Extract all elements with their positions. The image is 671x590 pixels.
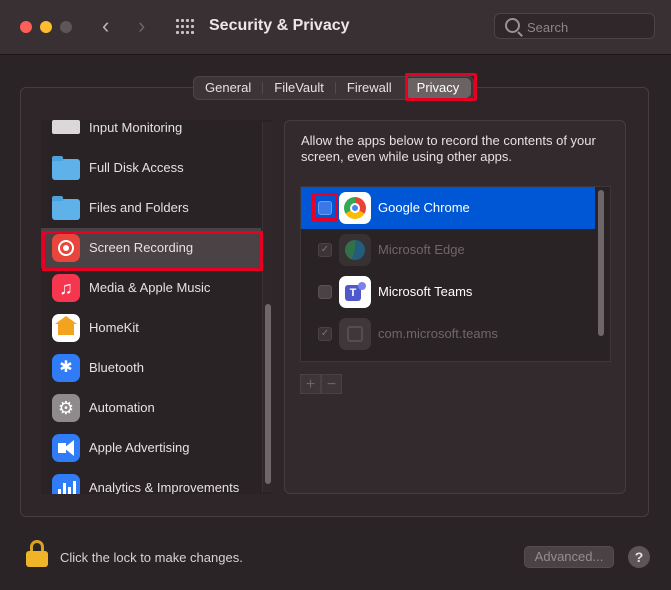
add-app-button[interactable]: + [300, 374, 321, 394]
tab-filevault[interactable]: FileVault [263, 77, 335, 99]
advanced-button[interactable]: Advanced... [524, 546, 614, 568]
show-all-grid-icon[interactable] [176, 19, 194, 35]
app-permission-checkbox[interactable] [318, 285, 332, 299]
app-row-google-chrome[interactable]: Google Chrome [301, 187, 595, 229]
sidebar-item-label: Full Disk Access [89, 160, 184, 175]
sidebar-item-label: Bluetooth [89, 360, 144, 375]
bluetooth-icon: ✱ [52, 354, 80, 382]
sidebar-scrollbar-thumb[interactable] [265, 304, 271, 484]
permission-description: Allow the apps below to record the conte… [301, 133, 596, 164]
sidebar-item-input-monitoring[interactable]: Input Monitoring [41, 120, 261, 148]
app-list-scrollbar[interactable] [595, 188, 607, 360]
sidebar-item-files-and-folders[interactable]: Files and Folders [41, 188, 261, 228]
app-row-microsoft-teams[interactable]: T Microsoft Teams [301, 271, 595, 313]
gear-icon: ⚙ [52, 394, 80, 422]
sidebar-item-label: Media & Apple Music [89, 280, 211, 295]
minimize-window-button[interactable] [40, 21, 52, 33]
app-row-microsoft-edge: ✓ Microsoft Edge [301, 229, 595, 271]
chrome-icon [339, 192, 371, 224]
privacy-category-list: Input Monitoring Full Disk Access Files … [41, 120, 273, 494]
app-name: Microsoft Teams [378, 284, 473, 299]
app-permission-checkbox: ✓ [318, 327, 332, 341]
sidebar-item-media-apple-music[interactable]: ♫ Media & Apple Music [41, 268, 261, 308]
privacy-tab-highlight [405, 73, 477, 101]
music-note-icon: ♫ [52, 274, 80, 302]
title-bar: ‹ › Security & Privacy [0, 0, 671, 55]
search-icon [505, 18, 520, 33]
back-chevron-icon[interactable]: ‹ [102, 13, 109, 39]
tab-general[interactable]: General [194, 77, 262, 99]
app-list-scrollbar-thumb[interactable] [598, 190, 604, 336]
generic-app-icon [339, 318, 371, 350]
sidebar-item-label: Analytics & Improvements [89, 480, 240, 494]
tab-firewall[interactable]: Firewall [336, 77, 403, 99]
sidebar-item-homekit[interactable]: HomeKit [41, 308, 261, 348]
app-list: Google Chrome ✓ Microsoft Edge T Microso… [300, 186, 611, 362]
sidebar-item-apple-advertising[interactable]: Apple Advertising [41, 428, 261, 468]
search-input[interactable] [525, 17, 649, 37]
sidebar-item-label: Automation [89, 400, 155, 415]
search-field[interactable] [494, 13, 655, 39]
app-name: Microsoft Edge [378, 242, 465, 257]
sidebar-item-label: HomeKit [89, 320, 139, 335]
bar-chart-icon [52, 474, 80, 494]
teams-icon: T [339, 276, 371, 308]
chrome-checkbox-highlight [312, 193, 338, 221]
forward-chevron-icon[interactable]: › [138, 13, 145, 39]
sidebar-item-label: Files and Folders [89, 200, 189, 215]
sidebar-item-label: Apple Advertising [89, 440, 190, 455]
sidebar-item-automation[interactable]: ⚙ Automation [41, 388, 261, 428]
folder-icon [52, 194, 80, 222]
app-name: Google Chrome [378, 200, 470, 215]
keyboard-icon [52, 120, 80, 142]
zoom-window-button[interactable] [60, 21, 72, 33]
sidebar-item-label: Input Monitoring [89, 120, 183, 135]
app-permission-checkbox: ✓ [318, 243, 332, 257]
window-title: Security & Privacy [209, 17, 350, 34]
sidebar-item-analytics-improvements[interactable]: Analytics & Improvements [41, 468, 261, 494]
edge-icon [339, 234, 371, 266]
app-name: com.microsoft.teams [378, 326, 498, 341]
close-window-button[interactable] [20, 21, 32, 33]
sidebar-item-bluetooth[interactable]: ✱ Bluetooth [41, 348, 261, 388]
add-remove-controls: + − [300, 374, 342, 394]
help-button[interactable]: ? [628, 546, 650, 568]
megaphone-icon [52, 434, 80, 462]
lock-message: Click the lock to make changes. [60, 550, 243, 565]
remove-app-button[interactable]: − [321, 374, 342, 394]
sidebar-item-full-disk-access[interactable]: Full Disk Access [41, 148, 261, 188]
app-row-com-microsoft-teams: ✓ com.microsoft.teams [301, 313, 595, 355]
screen-recording-highlight [42, 231, 263, 271]
lock-icon[interactable] [26, 540, 48, 568]
folder-icon [52, 154, 80, 182]
home-icon [52, 314, 80, 342]
sidebar-scrollbar[interactable] [262, 122, 273, 492]
